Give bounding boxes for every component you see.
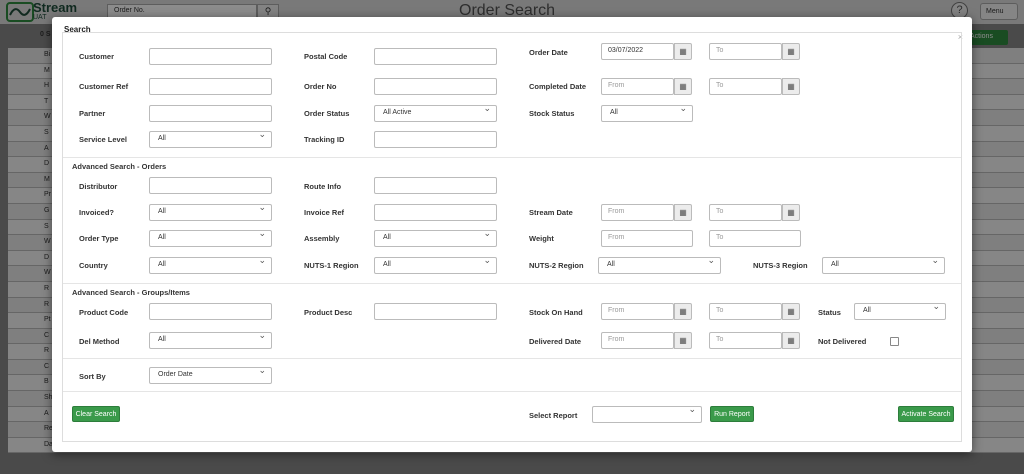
nuts3-select[interactable]: All	[822, 255, 945, 274]
sort-by-select[interactable]: Order Date	[149, 365, 272, 384]
delivered-date-label: Delivered Date	[529, 337, 582, 346]
select-report-select[interactable]	[592, 404, 702, 423]
completed-date-from-input[interactable]: From	[601, 78, 674, 95]
order-date-label: Order Date	[529, 48, 568, 57]
partner-label: Partner	[79, 109, 106, 118]
customer-label: Customer	[79, 52, 115, 61]
stock-on-hand-from-input[interactable]: From	[601, 303, 674, 320]
weight-from-input[interactable]: From	[601, 230, 693, 247]
stock-status-label: Stock Status	[529, 109, 575, 118]
country-label: Country	[79, 261, 108, 270]
product-code-input[interactable]	[149, 303, 272, 320]
nuts1-select[interactable]: All	[374, 255, 497, 274]
tracking-id-label: Tracking ID	[304, 135, 345, 144]
product-desc-input[interactable]	[374, 303, 497, 320]
calendar-icon[interactable]: ▦	[782, 332, 800, 349]
calendar-icon[interactable]: ▦	[782, 43, 800, 60]
assembly-select[interactable]: All	[374, 228, 497, 247]
service-level-label: Service Level	[79, 135, 127, 144]
calendar-icon[interactable]: ▦	[674, 332, 692, 349]
service-level-select[interactable]: All	[149, 129, 272, 148]
status-select[interactable]: All	[854, 301, 946, 320]
order-status-select[interactable]: All Active	[374, 103, 497, 122]
search-form: Customer Postal Code Order Date 03/07/20…	[62, 32, 962, 442]
stream-date-label: Stream Date	[529, 208, 573, 217]
search-modal: Search × Customer Postal Code Order Date…	[52, 17, 972, 452]
calendar-icon[interactable]: ▦	[674, 78, 692, 95]
route-info-label: Route Info	[304, 182, 342, 191]
assembly-label: Assembly	[304, 234, 340, 243]
stock-on-hand-to-input[interactable]: To	[709, 303, 782, 320]
completed-date-to-input[interactable]: To	[709, 78, 782, 95]
status-label: Status	[818, 308, 841, 317]
tracking-id-input[interactable]	[374, 131, 497, 148]
calendar-icon[interactable]: ▦	[782, 78, 800, 95]
run-report-button[interactable]: Run Report	[710, 406, 754, 422]
divider	[63, 283, 961, 284]
del-method-label: Del Method	[79, 337, 120, 346]
order-status-label: Order Status	[304, 109, 350, 118]
product-code-label: Product Code	[79, 308, 129, 317]
advanced-groups-heading: Advanced Search - Groups/Items	[72, 288, 190, 297]
nuts2-select[interactable]: All	[598, 255, 721, 274]
customer-ref-input[interactable]	[149, 78, 272, 95]
invoice-ref-label: Invoice Ref	[304, 208, 345, 217]
not-delivered-label: Not Delivered	[818, 337, 867, 346]
del-method-select[interactable]: All	[149, 330, 272, 349]
stream-date-to-input[interactable]: To	[709, 204, 782, 221]
calendar-icon[interactable]: ▦	[782, 204, 800, 221]
order-type-select[interactable]: All	[149, 228, 272, 247]
weight-to-input[interactable]: To	[709, 230, 801, 247]
order-date-to-input[interactable]: To	[709, 43, 782, 60]
calendar-icon[interactable]: ▦	[674, 303, 692, 320]
not-delivered-checkbox[interactable]	[890, 337, 899, 346]
clear-search-button[interactable]: Clear Search	[72, 406, 120, 422]
calendar-icon[interactable]: ▦	[674, 43, 692, 60]
postal-code-input[interactable]	[374, 48, 497, 65]
order-type-label: Order Type	[79, 234, 119, 243]
invoice-ref-input[interactable]	[374, 204, 497, 221]
distributor-input[interactable]	[149, 177, 272, 194]
weight-label: Weight	[529, 234, 554, 243]
order-no-input[interactable]	[374, 78, 497, 95]
invoiced-select[interactable]: All	[149, 202, 272, 221]
invoiced-label: Invoiced?	[79, 208, 115, 217]
stock-status-select[interactable]: All	[601, 103, 693, 122]
customer-input[interactable]	[149, 48, 272, 65]
product-desc-label: Product Desc	[304, 308, 353, 317]
activate-search-button[interactable]: Activate Search	[898, 406, 954, 422]
completed-date-label: Completed Date	[529, 82, 587, 91]
delivered-date-to-input[interactable]: To	[709, 332, 782, 349]
order-no-label: Order No	[304, 82, 337, 91]
calendar-icon[interactable]: ▦	[782, 303, 800, 320]
delivered-date-from-input[interactable]: From	[601, 332, 674, 349]
country-select[interactable]: All	[149, 255, 272, 274]
order-date-from-input[interactable]: 03/07/2022	[601, 43, 674, 60]
nuts2-label: NUTS-2 Region	[529, 261, 584, 270]
sort-by-label: Sort By	[79, 372, 106, 381]
nuts3-label: NUTS-3 Region	[753, 261, 808, 270]
distributor-label: Distributor	[79, 182, 118, 191]
nuts1-label: NUTS-1 Region	[304, 261, 359, 270]
route-info-input[interactable]	[374, 177, 497, 194]
stream-date-from-input[interactable]: From	[601, 204, 674, 221]
select-report-label: Select Report	[529, 411, 578, 420]
stock-on-hand-label: Stock On Hand	[529, 308, 583, 317]
divider	[63, 157, 961, 158]
divider	[63, 358, 961, 359]
partner-input[interactable]	[149, 105, 272, 122]
calendar-icon[interactable]: ▦	[674, 204, 692, 221]
customer-ref-label: Customer Ref	[79, 82, 129, 91]
postal-code-label: Postal Code	[304, 52, 348, 61]
divider	[63, 391, 961, 392]
advanced-orders-heading: Advanced Search - Orders	[72, 162, 167, 171]
